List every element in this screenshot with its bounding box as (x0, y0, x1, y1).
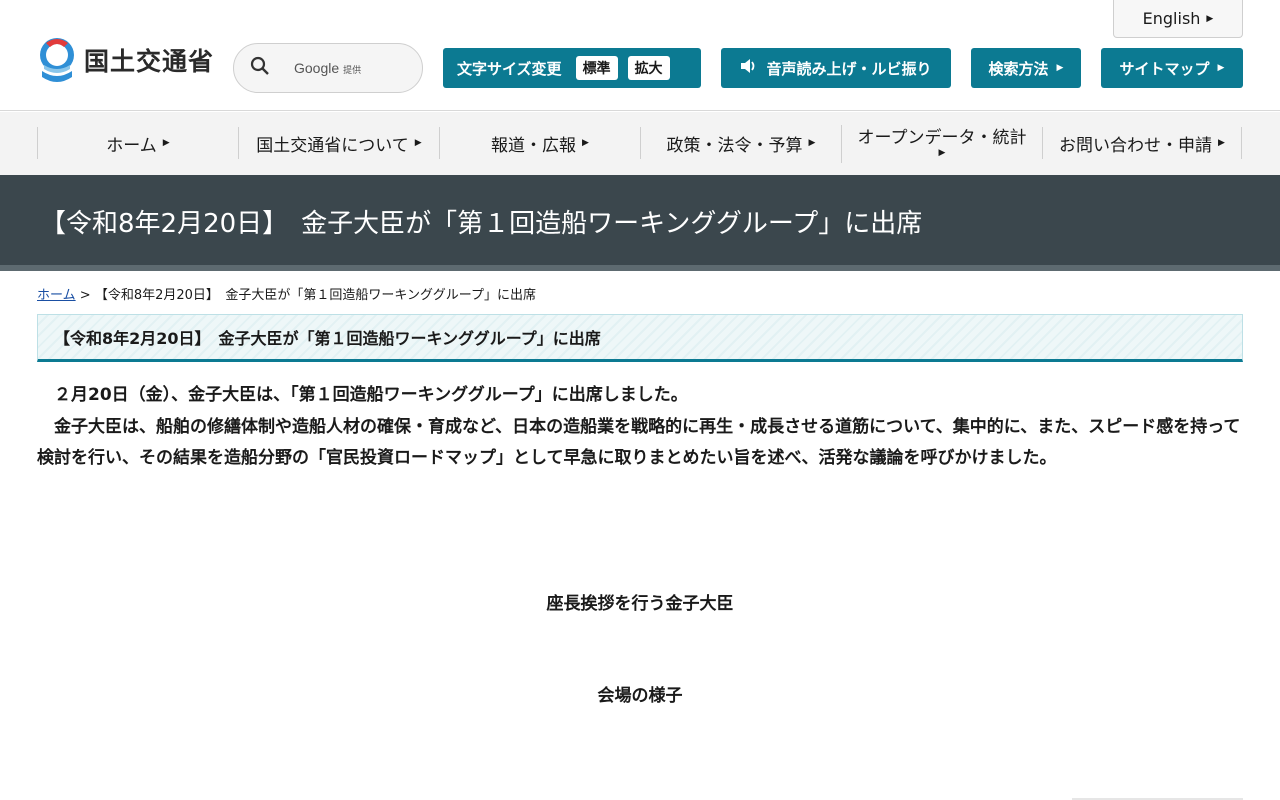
nav-item-label: お問い合わせ・申請 (1059, 135, 1213, 156)
english-label: English (1142, 9, 1201, 28)
nav-item-home[interactable]: ホーム ▶ (37, 127, 238, 159)
voice-ruby-button[interactable]: 音声読み上げ・ルビ振り (721, 48, 951, 88)
site-header: English ▶ 国土交通省 Google 提供 文字サイズ変更 標準 拡大 音… (0, 0, 1280, 111)
site-logo[interactable]: 国土交通省 (36, 37, 214, 83)
font-size-standard-button[interactable]: 標準 (575, 56, 618, 80)
nav-item-label: ホーム (106, 135, 157, 156)
sitemap-button[interactable]: サイトマップ ▶ (1101, 48, 1243, 88)
article-paragraph: 金子大臣は、船舶の修繕体制や造船人材の確保・育成など、日本の造船業を戦略的に再生… (37, 416, 1241, 469)
mlit-logo-icon (36, 37, 78, 83)
search-input[interactable]: Google 提供 (233, 43, 423, 93)
triangle-right-icon: ▶ (808, 138, 816, 148)
breadcrumb-current: 【令和8年2月20日】 金子大臣が「第１回造船ワーキンググループ」に出席 (94, 288, 536, 303)
triangle-right-icon: ▶ (1056, 63, 1064, 73)
photo-caption: 座長挨拶を行う金子大臣 (546, 594, 734, 614)
search-icon (250, 56, 270, 80)
nav-item-policy[interactable]: 政策・法令・予算 ▶ (640, 127, 841, 159)
nav-item-press[interactable]: 報道・広報 ▶ (439, 127, 640, 159)
global-nav: ホーム ▶ 国土交通省について ▶ 報道・広報 ▶ 政策・法令・予算 ▶ オープンデータ… (0, 112, 1280, 175)
nav-item-label: オープンデータ・統計 (857, 127, 1027, 148)
font-size-control: 文字サイズ変更 標準 拡大 (443, 48, 701, 88)
page-title-band: 【令和8年2月20日】 金子大臣が「第１回造船ワーキンググループ」に出席 (0, 175, 1280, 271)
triangle-right-icon: ▶ (1218, 138, 1225, 148)
section-heading: 【令和8年2月20日】 金子大臣が「第１回造船ワーキンググループ」に出席 (54, 329, 601, 348)
search-method-button[interactable]: 検索方法 ▶ (971, 48, 1081, 88)
nav-item-label: 報道・広報 (491, 135, 577, 156)
triangle-right-icon: ▶ (1206, 13, 1214, 24)
triangle-right-icon: ▶ (414, 138, 422, 148)
triangle-right-icon: ▶ (162, 138, 170, 148)
nav-item-opendata[interactable]: オープンデータ・統計 ▶ (841, 125, 1042, 163)
logo-text: 国土交通省 (84, 47, 215, 76)
section-heading-box: 【令和8年2月20日】 金子大臣が「第１回造船ワーキンググループ」に出席 (37, 314, 1243, 362)
nav-item-label: 国土交通省について (256, 135, 409, 156)
breadcrumb: ホーム > 【令和8年2月20日】 金子大臣が「第１回造船ワーキンググループ」に… (37, 284, 536, 303)
english-link[interactable]: English ▶ (1113, 0, 1243, 38)
nav-item-contact[interactable]: お問い合わせ・申請 ▶ (1042, 127, 1242, 159)
nav-item-about[interactable]: 国土交通省について ▶ (238, 127, 439, 159)
breadcrumb-separator: > (79, 288, 91, 303)
speaker-icon (740, 58, 758, 78)
font-size-label: 文字サイズ変更 (457, 59, 562, 78)
font-size-large-button[interactable]: 拡大 (627, 56, 670, 80)
triangle-right-icon: ▶ (582, 138, 589, 148)
triangle-right-icon: ▶ (1217, 63, 1225, 73)
voice-ruby-label: 音声読み上げ・ルビ振り (766, 59, 932, 78)
article-body: ２月20日（金）、金子大臣は、「第１回造船ワーキンググループ」に出席しました。 … (37, 380, 1243, 475)
photo-caption: 会場の様子 (597, 686, 683, 706)
sitemap-label: サイトマップ (1119, 59, 1210, 78)
article-paragraph: ２月20日（金）、金子大臣は、「第１回造船ワーキンググループ」に出席しました。 (37, 385, 688, 405)
search-method-label: 検索方法 (988, 59, 1049, 78)
google-provider-label: Google 提供 (294, 60, 362, 76)
breadcrumb-home-link[interactable]: ホーム (37, 288, 76, 303)
triangle-right-icon: ▶ (938, 148, 946, 159)
nav-item-label: 政策・法令・予算 (666, 135, 803, 156)
page-title: 【令和8年2月20日】 金子大臣が「第１回造船ワーキンググループ」に出席 (40, 209, 923, 239)
